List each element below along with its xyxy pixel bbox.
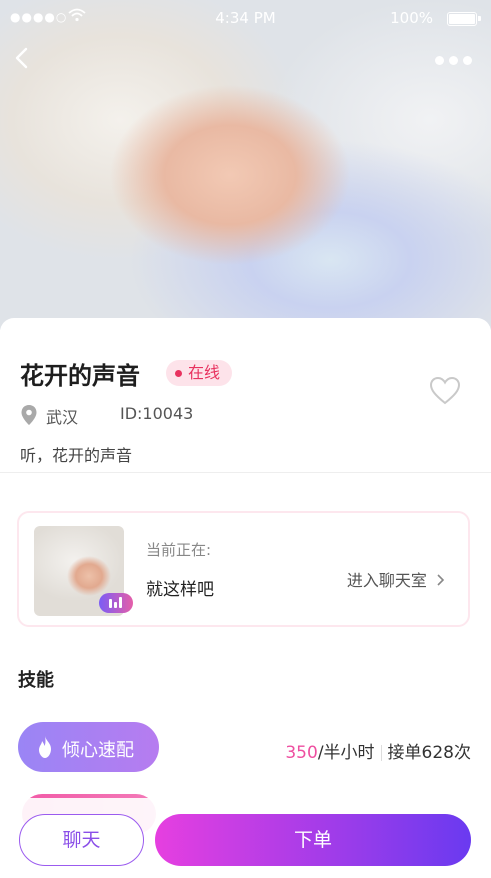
battery-icon [447,12,481,26]
skill-name: 倾心速配 [62,740,134,761]
location-pin-icon [20,404,38,426]
battery-percent: 100% [390,9,433,27]
favorite-button[interactable] [429,376,461,406]
divider [380,745,382,761]
order-button[interactable]: 下单 [155,814,471,866]
price-unit: /半小时 [317,743,375,763]
divider [0,472,491,473]
status-bar: ●●●●○ 4:34 PM 100% [0,8,491,30]
room-label: 当前正在: [146,541,212,559]
skill-price: 350/半小时 接单628次 [285,738,471,763]
chevron-right-icon [437,574,445,586]
cover-photo: ●●●●○ 4:34 PM 100% [0,0,491,330]
bottom-action-bar: 聊天 下单 [0,798,491,877]
back-button[interactable] [10,44,34,72]
skills-heading: 技能 [18,666,60,692]
audio-wave-icon [99,593,133,613]
price-value: 350 [285,743,318,763]
order-count: 接单628次 [387,743,471,763]
flame-icon [39,736,51,758]
current-room-card[interactable]: 当前正在: 就这样吧 进入聊天室 [17,511,470,627]
more-button[interactable] [435,56,475,68]
skill-item[interactable]: 倾心速配 [18,722,159,772]
chevron-left-icon [15,47,28,69]
more-dots-icon [435,56,444,65]
profile-bio: 听，花开的声音 [20,446,133,465]
enter-chatroom-label: 进入聊天室 [346,571,427,590]
chat-button[interactable]: 聊天 [19,814,144,866]
user-id: ID:10043 [120,404,194,423]
heart-icon [429,376,461,405]
enter-chatroom-link[interactable]: 进入聊天室 [347,567,446,591]
profile-name: 花开的声音 [20,362,140,390]
profile-card: 花开的声音 在线 武汉 ID:10043 听，花开的声音 当前正在: 就这样吧 … [0,318,491,878]
room-song-title: 就这样吧 [146,580,214,600]
city-label: 武汉 [46,408,79,427]
online-badge: 在线 [166,360,233,386]
